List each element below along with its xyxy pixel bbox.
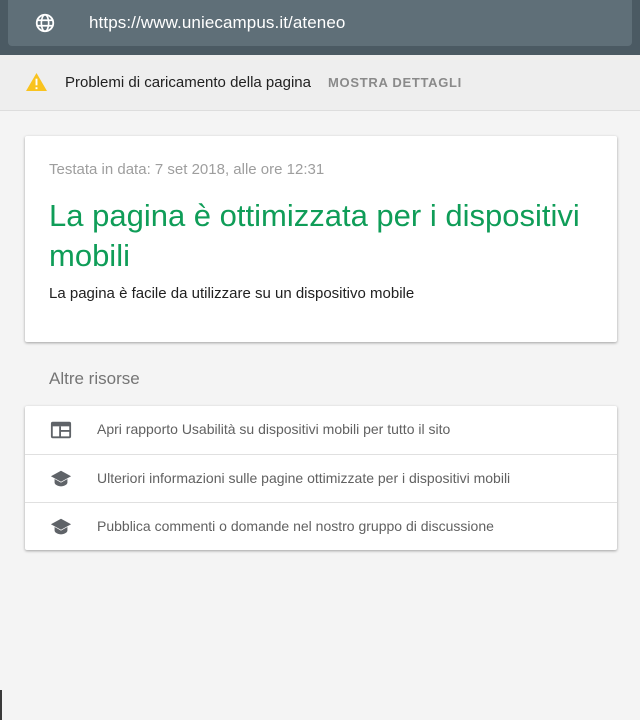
- school-cap-icon: [50, 470, 72, 487]
- result-card: Testata in data: 7 set 2018, alle ore 12…: [25, 136, 617, 342]
- address-field[interactable]: https://www.uniecampus.it/ateneo: [8, 0, 632, 46]
- loading-warning-bar: Problemi di caricamento della pagina MOS…: [0, 55, 640, 111]
- result-description: La pagina è facile da utilizzare su un d…: [49, 285, 415, 302]
- show-details-button[interactable]: MOSTRA DETTAGLI: [328, 73, 462, 93]
- url-text[interactable]: https://www.uniecampus.it/ateneo: [89, 12, 345, 34]
- resource-item-more-info[interactable]: Ulteriori informazioni sulle pagine otti…: [25, 454, 617, 503]
- address-bar: https://www.uniecampus.it/ateneo: [0, 0, 640, 55]
- test-timestamp: Testata in data: 7 set 2018, alle ore 12…: [49, 161, 325, 178]
- globe-icon: [35, 13, 55, 33]
- warning-icon: [26, 72, 47, 92]
- web-report-icon: [50, 421, 72, 439]
- resource-label: Apri rapporto Usabilità su dispositivi m…: [97, 421, 451, 437]
- school-cap-icon: [50, 518, 72, 535]
- resource-label: Pubblica commenti o domande nel nostro g…: [97, 518, 494, 534]
- result-headline: La pagina è ottimizzata per i dispositiv…: [49, 198, 580, 273]
- window-edge: [0, 690, 2, 720]
- resource-item-usability-report[interactable]: Apri rapporto Usabilità su dispositivi m…: [25, 406, 617, 454]
- resources-title: Altre risorse: [49, 369, 140, 388]
- resource-item-discussion-group[interactable]: Pubblica commenti o domande nel nostro g…: [25, 502, 617, 551]
- warning-message: Problemi di caricamento della pagina: [65, 74, 311, 91]
- resource-label: Ulteriori informazioni sulle pagine otti…: [97, 470, 511, 486]
- resources-list: Apri rapporto Usabilità su dispositivi m…: [25, 406, 617, 550]
